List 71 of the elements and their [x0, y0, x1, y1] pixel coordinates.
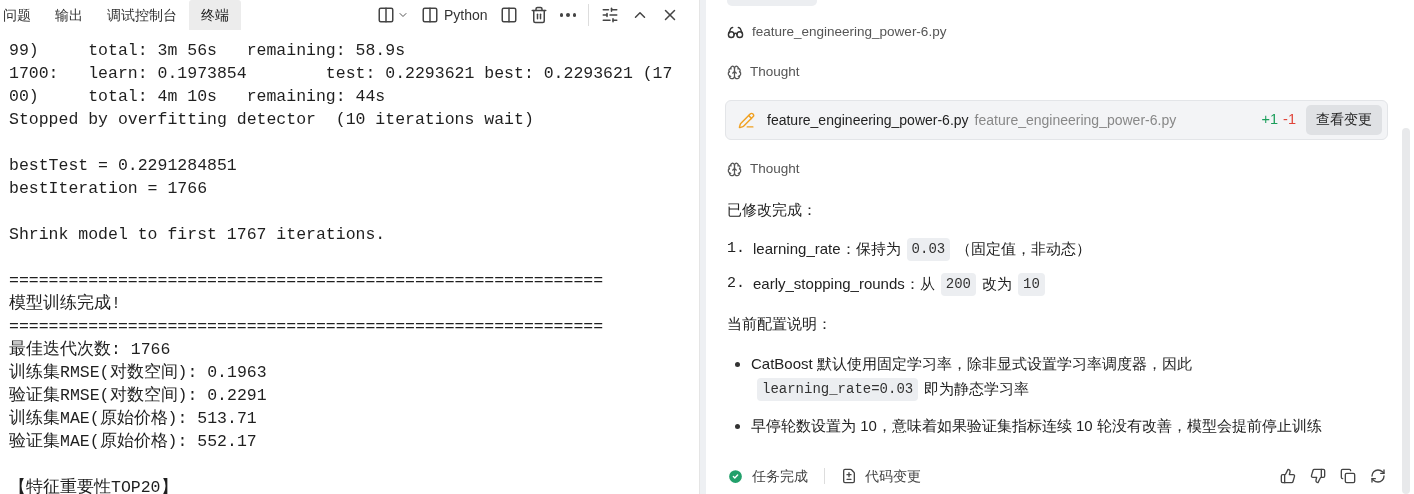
- added-count: +1: [1261, 110, 1279, 130]
- check-icon: [727, 467, 744, 485]
- refresh-icon: [1370, 468, 1386, 484]
- terminal-line: 最佳迭代次数: 1766: [9, 339, 171, 361]
- copy-button[interactable]: [1340, 468, 1356, 484]
- list-number: 1.: [727, 238, 745, 259]
- terminal-line: bestIteration = 1766: [9, 178, 208, 200]
- thought-label[interactable]: Thought: [750, 61, 800, 83]
- removed-count: -1: [1283, 110, 1296, 130]
- file-diff-icon: [841, 468, 857, 484]
- terminal-line: 训练集MAE(原始价格): 513.71: [9, 408, 257, 430]
- delete-button[interactable]: [529, 6, 548, 24]
- terminal-line: 模型训练完成!: [9, 292, 121, 315]
- terminal-line: 1700: learn: 0.1973854 test: 0.2293621 best: 0.2293621 (17: [9, 63, 673, 85]
- bullet-icon: [735, 424, 740, 429]
- split-icon: [499, 6, 518, 24]
- list-number: 2.: [727, 273, 745, 294]
- inline-code: learning_rate=0.03: [757, 378, 919, 401]
- terminal-line: 00) total: 4m 10s remaining: 44s: [9, 86, 386, 108]
- terminal-line: 【特征重要性TOP20】: [9, 477, 178, 494]
- split-icon: [376, 6, 395, 24]
- terminal-line: bestTest = 0.2291284851: [9, 155, 237, 177]
- file-name[interactable]: feature_engineering_power-6.py: [767, 109, 969, 131]
- panel-tab[interactable]: 终端: [189, 0, 241, 30]
- brain-icon: [727, 161, 742, 177]
- thought-label[interactable]: Thought: [750, 158, 800, 180]
- terminal-line: Stopped by overfitting detector (10 iterations wait): [9, 109, 534, 131]
- file-name[interactable]: feature_engineering_power-6.py: [752, 21, 947, 43]
- inline-code: 200: [940, 272, 976, 296]
- settings-icon: [601, 6, 619, 24]
- text: learning_rate：保持为: [753, 238, 901, 259]
- bullet-icon: [735, 362, 740, 367]
- terminal-line: 验证集RMSE(对数空间): 0.2291: [9, 385, 267, 407]
- terminal-line: 验证集MAE(原始价格): 552.17: [9, 431, 257, 453]
- text: CatBoost 默认使用固定学习率，除非显式设置学习率调度器，因此: [751, 354, 1192, 375]
- layout-button[interactable]: [376, 6, 409, 24]
- more-icon: [559, 13, 576, 17]
- text: 早停轮数设置为 10，意味着如果验证集指标连续 10 轮没有改善，模型会提前停止训练: [751, 416, 1322, 437]
- text: （固定值，非动态）: [956, 238, 1092, 259]
- brain-icon: [727, 64, 742, 80]
- regenerate-button[interactable]: [1370, 468, 1386, 484]
- code-changes-button[interactable]: 代码变更: [841, 465, 921, 487]
- shell-button[interactable]: Python: [420, 4, 488, 26]
- trash-icon: [529, 6, 548, 24]
- config-heading: 当前配置说明：: [727, 314, 833, 334]
- view-changes-button[interactable]: 查看变更: [1306, 105, 1382, 135]
- status-label: 任务完成: [752, 466, 808, 486]
- terminal-line: 99) total: 3m 56s remaining: 58.9s: [9, 40, 406, 62]
- dislike-button[interactable]: [1310, 468, 1326, 484]
- text: 改为: [982, 273, 1012, 294]
- edit-icon: [738, 111, 755, 129]
- settings-button[interactable]: [601, 6, 619, 24]
- split-button[interactable]: [499, 6, 518, 24]
- file-path: feature_engineering_power-6.py: [974, 110, 1177, 130]
- terminal-line: ============================================================: [9, 316, 604, 338]
- panel-tab[interactable]: 调试控制台: [95, 0, 189, 30]
- thumbs-down-icon: [1310, 468, 1326, 484]
- text: 即为静态学习率: [924, 379, 1030, 400]
- text: early_stopping_rounds：从: [753, 273, 935, 294]
- like-button[interactable]: [1280, 468, 1296, 484]
- inline-code: 0.03: [906, 237, 951, 261]
- terminal-line: Shrink model to first 1767 iterations.: [9, 224, 386, 246]
- inline-code: 10: [1018, 272, 1045, 296]
- panel-tab[interactable]: 输出: [43, 0, 95, 30]
- terminal-line: ============================================================: [9, 270, 604, 292]
- panel-tab[interactable]: 问题: [0, 0, 43, 30]
- copy-icon: [1340, 468, 1356, 484]
- thumbs-up-icon: [1280, 468, 1296, 484]
- terminal-line: 训练集RMSE(对数空间): 0.1963: [9, 362, 267, 384]
- more-button[interactable]: [559, 13, 576, 17]
- summary-text: 已修改完成：: [727, 200, 818, 220]
